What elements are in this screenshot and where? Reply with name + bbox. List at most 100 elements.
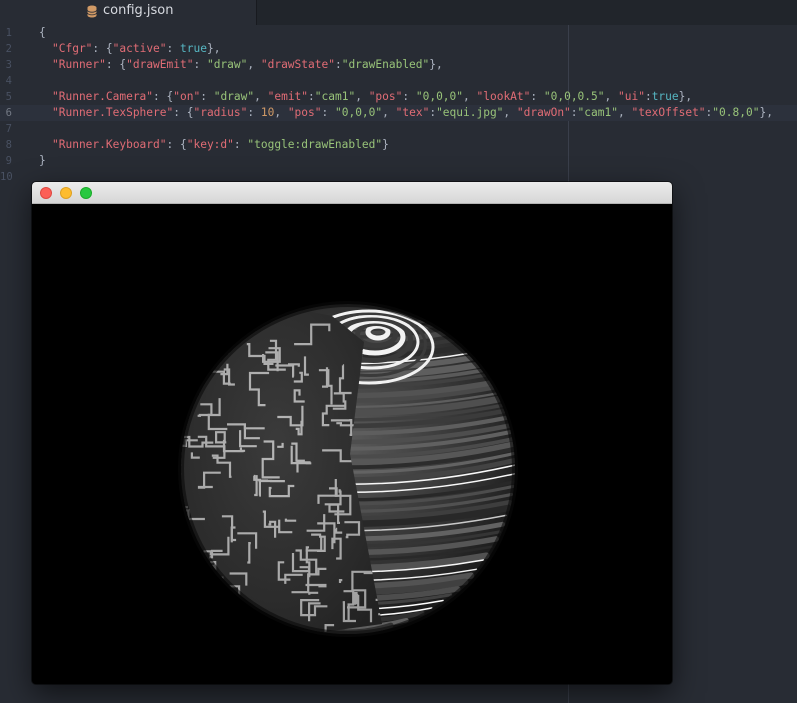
json-key: "emit": [267, 90, 309, 103]
json-punct: :: [530, 90, 544, 103]
textured-sphere: [178, 301, 518, 637]
line-number: 6: [5, 107, 12, 119]
json-string: "0,0,0": [334, 106, 383, 119]
code-line-1[interactable]: {: [39, 25, 46, 41]
code-line-9[interactable]: }: [39, 153, 46, 169]
json-punct: : {: [166, 138, 187, 151]
json-key: "pos": [287, 106, 322, 119]
json-punct: ,: [355, 90, 369, 103]
line-number: 7: [5, 123, 12, 135]
json-bool: true: [180, 42, 207, 55]
json-punct: },: [759, 106, 773, 119]
tab-bar: config.json: [0, 0, 797, 25]
tab-config-json[interactable]: config.json: [0, 0, 257, 25]
code-line-3[interactable]: "Runner": {"drawEmit": "draw", "drawStat…: [52, 57, 443, 73]
code-line-2[interactable]: "Cfgr": {"active": true},: [52, 41, 220, 57]
json-punct: :: [570, 106, 578, 119]
json-punct: },: [429, 58, 443, 71]
minimize-button[interactable]: [60, 187, 72, 199]
maze-line: [221, 319, 240, 344]
json-punct: ,: [274, 106, 288, 119]
maze-line: [223, 624, 241, 634]
line-number: 4: [5, 75, 12, 87]
code-line-6[interactable]: "Runner.TexSphere": {"radius": 10, "pos"…: [52, 105, 773, 121]
code-line-8[interactable]: "Runner.Keyboard": {"key:d": "toggle:dra…: [52, 137, 389, 153]
json-punct: :: [200, 90, 214, 103]
maze-line: [192, 307, 219, 336]
json-punct: : {: [92, 42, 113, 55]
json-punct: ,: [604, 90, 618, 103]
json-bool: true: [651, 90, 679, 103]
json-string: "toggle:drawEnabled": [247, 138, 383, 151]
json-punct: ,: [503, 106, 517, 119]
json-key: "ui": [617, 90, 645, 103]
json-punct: :: [321, 106, 335, 119]
json-number: 10: [260, 106, 275, 119]
maze-line: [220, 594, 238, 613]
json-key: "Runner": [52, 58, 106, 71]
json-key: "Runner.Camera": [52, 90, 154, 103]
json-punct: : {: [153, 90, 174, 103]
maze-line: [273, 631, 282, 634]
json-key: "active": [112, 42, 167, 55]
json-punct: ,: [254, 90, 268, 103]
code-line-5[interactable]: "Runner.Camera": {"on": "draw", "emit":"…: [52, 89, 692, 105]
json-string: "equi.jpg": [436, 106, 504, 119]
json-punct: :: [193, 58, 207, 71]
maze-line: [188, 361, 200, 376]
json-key: "pos": [368, 90, 403, 103]
json-key: "drawEmit": [126, 58, 194, 71]
json-punct: :: [402, 90, 416, 103]
render-canvas[interactable]: [32, 204, 672, 684]
json-key: "Runner.TexSphere": [52, 106, 174, 119]
json-key: "key:d": [186, 138, 234, 151]
json-punct: : {: [173, 106, 194, 119]
maze-line: [181, 402, 191, 407]
json-punct: ,: [382, 106, 396, 119]
json-key: "texOffset": [631, 106, 706, 119]
json-punct: },: [206, 42, 221, 55]
json-punct: }: [382, 138, 389, 151]
json-string: "0,0,0.5": [543, 90, 605, 103]
line-number: 1: [5, 27, 12, 39]
tab-label: config.json: [103, 3, 174, 18]
line-number: 5: [5, 91, 12, 103]
json-punct: },: [678, 90, 693, 103]
json-punct: ,: [463, 90, 477, 103]
render-window[interactable]: [32, 182, 672, 684]
json-punct: ,: [617, 106, 632, 119]
maximize-button[interactable]: [80, 187, 92, 199]
json-punct: :: [247, 106, 261, 119]
json-punct: : {: [105, 58, 127, 71]
json-string: "cam1": [314, 90, 356, 103]
json-punct: :: [644, 90, 652, 103]
json-key: "on": [173, 90, 201, 103]
json-key: "drawState": [260, 58, 335, 71]
json-punct: :: [334, 58, 342, 71]
json-key: "drawOn": [516, 106, 571, 119]
json-key: "Runner.Keyboard": [52, 138, 167, 151]
database-icon: [87, 5, 97, 18]
line-number: 2: [5, 43, 12, 55]
json-string: "drawEnabled": [341, 58, 430, 71]
maze-line: [206, 345, 209, 362]
brace-close: }: [39, 154, 46, 167]
line-number: 3: [5, 59, 12, 71]
json-key: "lookAt": [476, 90, 531, 103]
window-titlebar[interactable]: [32, 182, 672, 204]
json-string: "draw": [206, 58, 248, 71]
json-string: "0,0,0": [415, 90, 464, 103]
maze-line: [196, 586, 213, 613]
json-key: "tex": [395, 106, 430, 119]
line-number: 8: [5, 139, 12, 151]
json-key: "radius": [193, 106, 248, 119]
close-button[interactable]: [40, 187, 52, 199]
maze-line: [203, 358, 209, 378]
json-key: "Cfgr": [52, 42, 93, 55]
json-punct: ,: [247, 58, 261, 71]
brace-open: {: [39, 26, 46, 39]
json-string: "cam1": [577, 106, 618, 119]
line-number: 10: [0, 171, 13, 183]
line-number: 9: [5, 155, 12, 167]
json-punct: :: [233, 138, 248, 151]
